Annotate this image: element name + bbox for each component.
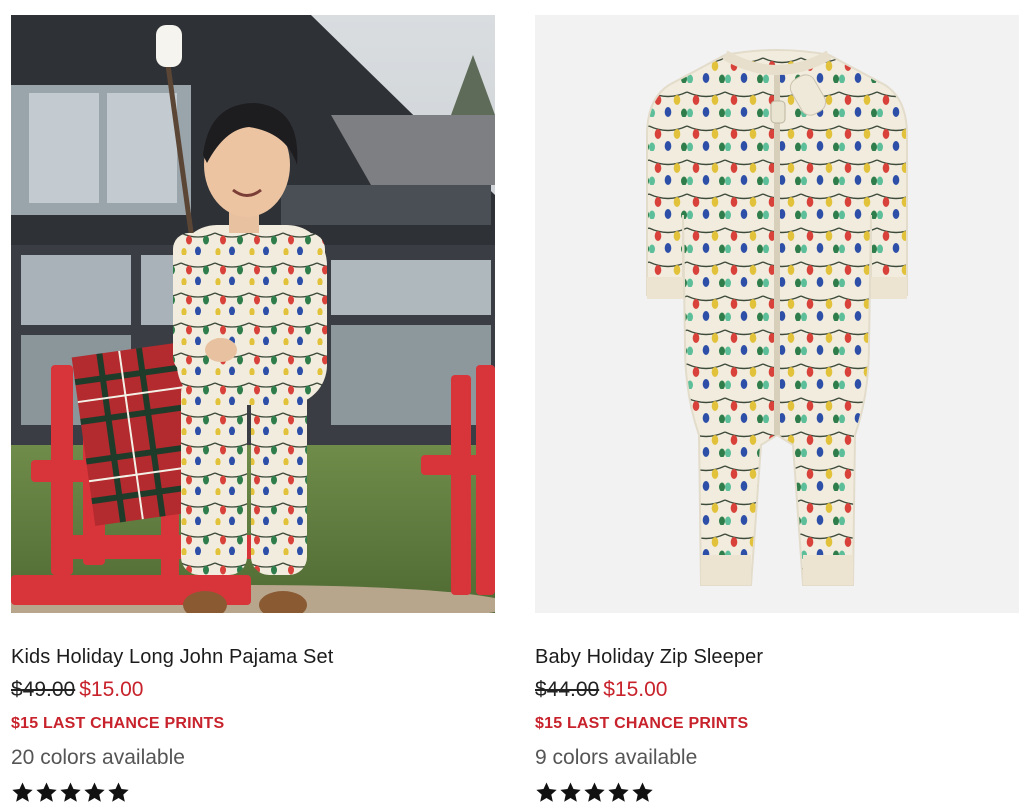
product-grid: Kids Holiday Long John Pajama Set $49.00… xyxy=(11,15,1019,809)
star-icon xyxy=(108,782,129,802)
star-icon xyxy=(536,782,557,802)
star-icon xyxy=(560,782,581,802)
promo-badge: $15 LAST CHANCE PRINTS xyxy=(535,715,749,732)
kids-pajama-photo xyxy=(11,15,495,613)
colors-available[interactable]: 20 colors available xyxy=(11,746,185,770)
product-title[interactable]: Baby Holiday Zip Sleeper xyxy=(535,646,763,669)
star-icon xyxy=(12,782,33,802)
sale-price: $15.00 xyxy=(79,678,144,701)
star-icon xyxy=(60,782,81,802)
product-image-baby-zip-sleeper[interactable] xyxy=(535,15,1019,613)
baby-sleeper-photo xyxy=(535,15,1019,613)
sale-price: $15.00 xyxy=(603,678,668,701)
star-rating[interactable] xyxy=(11,781,130,807)
product-card-baby-zip-sleeper[interactable]: Baby Holiday Zip Sleeper $44.00 $15.00 $1… xyxy=(535,15,1019,809)
star-icon xyxy=(584,782,605,802)
star-icon xyxy=(608,782,629,802)
price-group: $44.00 $15.00 xyxy=(535,678,667,702)
product-card-kids-long-john[interactable]: Kids Holiday Long John Pajama Set $49.00… xyxy=(11,15,495,809)
colors-available[interactable]: 9 colors available xyxy=(535,746,697,770)
star-icon xyxy=(36,782,57,802)
product-image-kids-pajama-set[interactable] xyxy=(11,15,495,613)
price-group: $49.00 $15.00 xyxy=(11,678,143,702)
star-rating[interactable] xyxy=(535,781,654,807)
product-title[interactable]: Kids Holiday Long John Pajama Set xyxy=(11,646,333,669)
original-price: $49.00 xyxy=(11,678,76,701)
star-icon xyxy=(632,782,653,802)
promo-badge: $15 LAST CHANCE PRINTS xyxy=(11,715,225,732)
original-price: $44.00 xyxy=(535,678,600,701)
star-icon xyxy=(84,782,105,802)
